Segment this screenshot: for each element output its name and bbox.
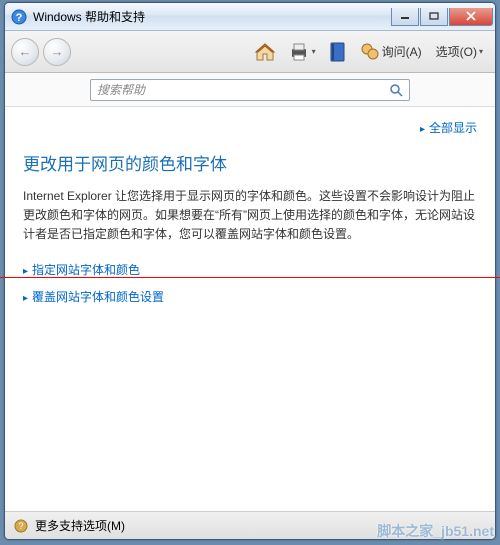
options-label: 选项(O) — [436, 43, 477, 60]
content-area: 全部显示 更改用于网页的颜色和字体 Internet Explorer 让您选择… — [5, 107, 495, 509]
section-link-override[interactable]: 覆盖网站字体和颜色设置 — [23, 288, 477, 305]
ask-button[interactable]: 询问(A) — [360, 42, 422, 62]
window-title: Windows 帮助和支持 — [33, 8, 390, 25]
toolbar: ← → ▾ 询问(A) 选项(O) ▾ — [5, 31, 495, 73]
home-icon[interactable] — [254, 41, 276, 63]
search-icon[interactable] — [389, 83, 403, 97]
help-icon: ? — [11, 9, 27, 25]
back-button[interactable]: ← — [11, 38, 39, 66]
titlebar: ? Windows 帮助和支持 — [5, 3, 495, 31]
ask-label: 询问(A) — [382, 43, 422, 60]
minimize-button[interactable] — [391, 8, 419, 26]
maximize-button[interactable] — [420, 8, 448, 26]
chevron-down-icon: ▾ — [312, 47, 316, 56]
svg-text:?: ? — [16, 12, 23, 24]
options-button[interactable]: 选项(O) ▾ — [434, 43, 483, 60]
support-icon: ? — [13, 518, 29, 534]
chevron-down-icon: ▾ — [479, 47, 483, 56]
show-all-link[interactable]: 全部显示 — [23, 119, 477, 136]
annotation-redline — [0, 277, 500, 278]
search-placeholder: 搜索帮助 — [97, 81, 389, 98]
svg-text:?: ? — [18, 521, 23, 531]
close-button[interactable] — [449, 8, 493, 26]
forward-button[interactable]: → — [43, 38, 71, 66]
browse-icon[interactable] — [328, 41, 348, 63]
search-input[interactable]: 搜索帮助 — [90, 79, 410, 101]
section-link-fonts-colors[interactable]: 指定网站字体和颜色 — [23, 261, 477, 278]
searchbar: 搜索帮助 — [5, 73, 495, 107]
help-window: ? Windows 帮助和支持 ← → ▾ 询问(A) 选项(O) ▾ — [4, 2, 496, 540]
print-icon[interactable]: ▾ — [288, 41, 316, 63]
more-options-link[interactable]: 更多支持选项(M) — [35, 517, 125, 534]
body-text: Internet Explorer 让您选择用于显示网页的字体和颜色。这些设置不… — [23, 187, 477, 245]
window-buttons — [390, 8, 493, 26]
page-title: 更改用于网页的颜色和字体 — [23, 150, 477, 175]
watermark: 脚本之家_jb51.net — [377, 521, 494, 541]
